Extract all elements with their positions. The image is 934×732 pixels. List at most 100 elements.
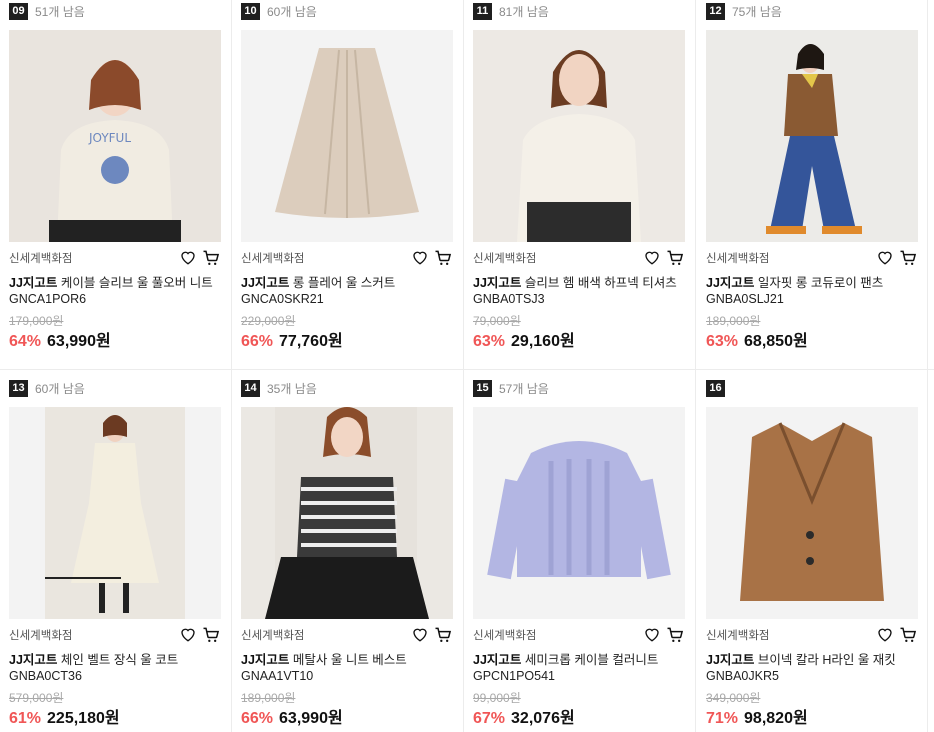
store-name: 신세계백화점 xyxy=(706,630,770,642)
store-name: 신세계백화점 xyxy=(706,253,770,265)
product-grid: 09 51개 남음 JOYFUL 신세계백화점 JJ지고트 케이블 슬리브 울 … xyxy=(0,0,934,732)
rank-badge: 09 xyxy=(9,3,28,20)
camel-jacket-illustration xyxy=(706,407,918,619)
brand-name: JJ지고트 xyxy=(9,653,58,667)
brand-name: JJ지고트 xyxy=(473,653,522,667)
blue-pants-illustration xyxy=(706,30,918,242)
striped-vest-illustration xyxy=(241,407,453,619)
discount-rate: 66% xyxy=(241,333,274,350)
lavender-knit-illustration xyxy=(473,407,685,619)
store-row: 신세계백화점 xyxy=(9,248,221,268)
cart-icon[interactable] xyxy=(665,625,685,645)
product-title[interactable]: JJ지고트 브이넥 칼라 H라인 울 재킷 GNBA0JKR5 xyxy=(706,652,918,684)
sale-price: 29,160원 xyxy=(511,333,575,350)
brand-name: JJ지고트 xyxy=(9,276,58,290)
stock-remaining: 51개 남음 xyxy=(35,5,85,19)
price-line: 67% 32,076원 xyxy=(473,704,575,728)
rank-badge: 14 xyxy=(241,380,260,397)
price-line: 61% 225,180원 xyxy=(9,704,120,728)
store-row: 신세계백화점 xyxy=(706,248,918,268)
rank-header: 09 51개 남음 xyxy=(9,3,85,20)
heart-icon[interactable] xyxy=(643,625,661,643)
discount-rate: 67% xyxy=(473,710,506,727)
store-row: 신세계백화점 xyxy=(473,248,685,268)
sale-price: 63,990원 xyxy=(279,710,343,727)
cart-icon[interactable] xyxy=(201,625,221,645)
rank-badge: 11 xyxy=(473,3,492,20)
product-image[interactable] xyxy=(241,30,453,242)
cart-icon[interactable] xyxy=(201,248,221,268)
column-divider xyxy=(927,0,928,732)
cart-icon[interactable] xyxy=(433,248,453,268)
heart-icon[interactable] xyxy=(876,248,894,266)
price-line: 63% 29,160원 xyxy=(473,327,575,351)
product-title[interactable]: JJ지고트 체인 벨트 장식 울 코트 GNBA0CT36 xyxy=(9,652,221,684)
heart-icon[interactable] xyxy=(643,248,661,266)
svg-text:JOYFUL: JOYFUL xyxy=(88,131,131,145)
store-name: 신세계백화점 xyxy=(241,253,305,265)
heart-icon[interactable] xyxy=(411,248,429,266)
sale-price: 98,820원 xyxy=(744,710,808,727)
ivory-turtleneck-illustration xyxy=(473,30,685,242)
product-image[interactable]: JOYFUL xyxy=(9,30,221,242)
beige-skirt-illustration xyxy=(241,30,453,242)
discount-rate: 71% xyxy=(706,710,739,727)
price-line: 63% 68,850원 xyxy=(706,327,808,351)
product-image[interactable] xyxy=(706,407,918,619)
cart-icon[interactable] xyxy=(898,625,918,645)
product-image[interactable] xyxy=(473,407,685,619)
product-title[interactable]: JJ지고트 일자핏 롱 코듀로이 팬츠 GNBA0SLJ21 xyxy=(706,275,918,307)
product-title[interactable]: JJ지고트 세미크롭 케이블 컬러니트 GPCN1PO541 xyxy=(473,652,685,684)
column-divider xyxy=(231,0,232,732)
discount-rate: 64% xyxy=(9,333,42,350)
sale-price: 68,850원 xyxy=(744,333,808,350)
product-title[interactable]: JJ지고트 메탈사 울 니트 베스트 GNAA1VT10 xyxy=(241,652,453,684)
heart-icon[interactable] xyxy=(411,625,429,643)
row-divider xyxy=(0,369,934,370)
rank-badge: 13 xyxy=(9,380,28,397)
rank-badge: 12 xyxy=(706,3,725,20)
rank-header: 11 81개 남음 xyxy=(473,3,549,20)
store-row: 신세계백화점 xyxy=(9,625,221,645)
store-name: 신세계백화점 xyxy=(473,253,537,265)
price-line: 66% 77,760원 xyxy=(241,327,343,351)
discount-rate: 66% xyxy=(241,710,274,727)
product-title[interactable]: JJ지고트 슬리브 헴 배색 하프넥 티셔츠 GNBA0TSJ3 xyxy=(473,275,685,307)
cart-icon[interactable] xyxy=(898,248,918,268)
product-image[interactable] xyxy=(473,30,685,242)
stock-remaining: 75개 남음 xyxy=(732,5,782,19)
heart-icon[interactable] xyxy=(179,248,197,266)
discount-rate: 61% xyxy=(9,710,42,727)
store-name: 신세계백화점 xyxy=(473,630,537,642)
rank-header: 14 35개 남음 xyxy=(241,380,317,397)
cream-knit-sweater-illustration: JOYFUL xyxy=(9,30,221,242)
sale-price: 32,076원 xyxy=(511,710,575,727)
rank-badge: 10 xyxy=(241,3,260,20)
product-image[interactable] xyxy=(241,407,453,619)
rank-header: 15 57개 남음 xyxy=(473,380,549,397)
heart-icon[interactable] xyxy=(876,625,894,643)
brand-name: JJ지고트 xyxy=(241,653,290,667)
heart-icon[interactable] xyxy=(179,625,197,643)
store-row: 신세계백화점 xyxy=(706,625,918,645)
rank-header: 16 xyxy=(706,380,732,397)
cart-icon[interactable] xyxy=(433,625,453,645)
brand-name: JJ지고트 xyxy=(706,276,755,290)
product-title[interactable]: JJ지고트 케이블 슬리브 울 풀오버 니트 GNCA1POR6 xyxy=(9,275,221,307)
product-image[interactable] xyxy=(9,407,221,619)
sale-price: 63,990원 xyxy=(47,333,111,350)
store-name: 신세계백화점 xyxy=(9,630,73,642)
product-image[interactable] xyxy=(706,30,918,242)
rank-header: 13 60개 남음 xyxy=(9,380,85,397)
store-name: 신세계백화점 xyxy=(9,253,73,265)
brand-name: JJ지고트 xyxy=(706,653,755,667)
rank-header: 10 60개 남음 xyxy=(241,3,317,20)
ivory-coat-illustration xyxy=(9,407,221,619)
stock-remaining: 35개 남음 xyxy=(267,382,317,396)
rank-badge: 15 xyxy=(473,380,492,397)
cart-icon[interactable] xyxy=(665,248,685,268)
price-line: 71% 98,820원 xyxy=(706,704,808,728)
column-divider xyxy=(695,0,696,732)
product-title[interactable]: JJ지고트 롱 플레어 울 스커트 GNCA0SKR21 xyxy=(241,275,453,307)
brand-name: JJ지고트 xyxy=(241,276,290,290)
